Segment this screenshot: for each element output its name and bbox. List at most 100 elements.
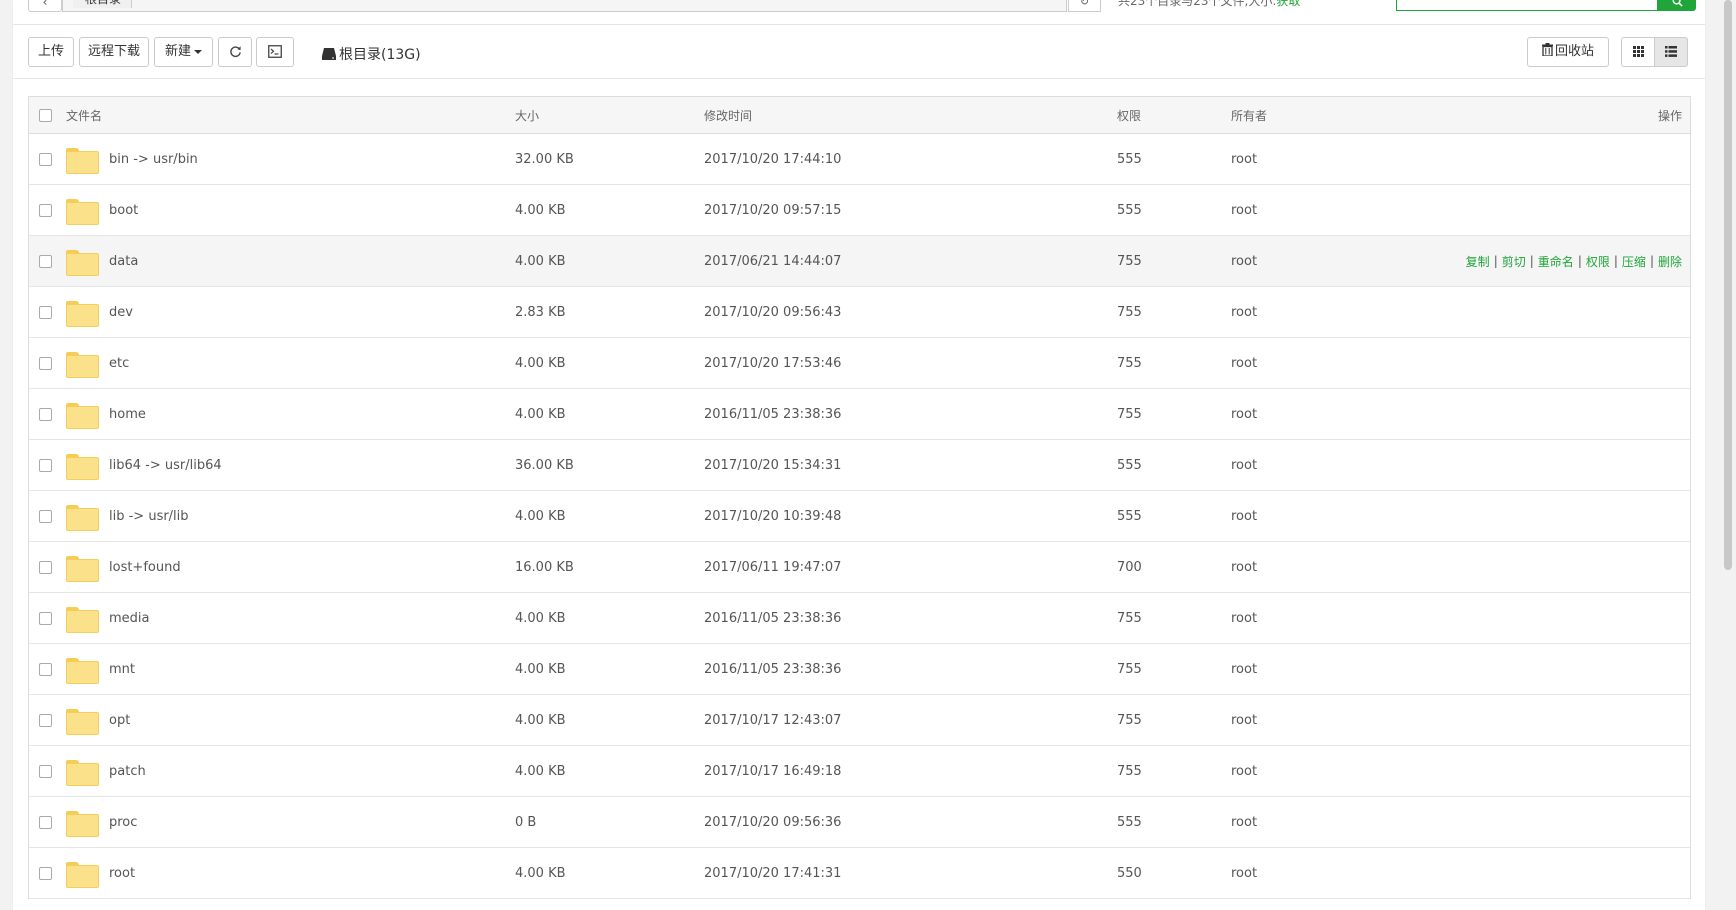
upload-button[interactable]: 上传 (28, 37, 74, 67)
file-owner[interactable]: root (1231, 542, 1257, 592)
refresh-button[interactable] (218, 37, 252, 67)
file-permission[interactable]: 755 (1117, 746, 1142, 796)
file-permission[interactable]: 755 (1117, 695, 1142, 745)
get-size-link[interactable]: 获取 (1276, 0, 1300, 8)
file-owner[interactable]: root (1231, 440, 1257, 490)
file-name[interactable]: etc (109, 356, 129, 371)
terminal-button[interactable] (256, 37, 294, 67)
row-checkbox[interactable] (38, 560, 52, 574)
file-name-cell[interactable]: lost+found (66, 542, 181, 592)
row-checkbox[interactable] (38, 815, 52, 829)
search-button[interactable] (1658, 0, 1696, 11)
file-permission[interactable]: 755 (1117, 389, 1142, 439)
table-row[interactable]: opt 4.00 KB 2017/10/17 12:43:07 755 root (29, 695, 1690, 746)
row-checkbox[interactable] (38, 764, 52, 778)
row-checkbox[interactable] (38, 254, 52, 268)
file-name[interactable]: opt (109, 713, 130, 728)
file-name[interactable]: dev (109, 305, 133, 320)
file-name-cell[interactable]: media (66, 593, 150, 643)
file-name-cell[interactable]: home (66, 389, 146, 439)
file-permission[interactable]: 755 (1117, 236, 1142, 286)
file-owner[interactable]: root (1231, 287, 1257, 337)
file-owner[interactable]: root (1231, 695, 1257, 745)
file-name-cell[interactable]: dev (66, 287, 133, 337)
file-permission[interactable]: 555 (1117, 491, 1142, 541)
file-owner[interactable]: root (1231, 644, 1257, 694)
path-bar[interactable]: 根目录 (62, 0, 1067, 12)
table-row[interactable]: home 4.00 KB 2016/11/05 23:38:36 755 roo… (29, 389, 1690, 440)
header-size[interactable]: 大小 (515, 97, 539, 133)
file-permission[interactable]: 700 (1117, 542, 1142, 592)
file-owner[interactable]: root (1231, 185, 1257, 235)
list-view-button[interactable] (1654, 37, 1688, 67)
header-name[interactable]: 文件名 (66, 97, 102, 133)
row-checkbox[interactable] (38, 458, 52, 472)
row-checkbox[interactable] (38, 305, 52, 319)
file-name[interactable]: boot (109, 203, 138, 218)
file-name-cell[interactable]: lib -> usr/lib (66, 491, 189, 541)
file-permission[interactable]: 555 (1117, 134, 1142, 184)
table-row[interactable]: bin -> usr/bin 32.00 KB 2017/10/20 17:44… (29, 134, 1690, 185)
recycle-bin-button[interactable]: 回收站 (1527, 37, 1609, 67)
table-row[interactable]: patch 4.00 KB 2017/10/17 16:49:18 755 ro… (29, 746, 1690, 797)
header-mtime[interactable]: 修改时间 (704, 97, 752, 133)
file-name[interactable]: lib -> usr/lib (109, 509, 189, 524)
new-dropdown-button[interactable]: 新建 (154, 37, 213, 67)
row-checkbox[interactable] (38, 203, 52, 217)
action-permission-link[interactable]: 权限 (1586, 253, 1610, 270)
scrollbar[interactable] (1720, 0, 1736, 910)
file-owner[interactable]: root (1231, 491, 1257, 541)
row-checkbox[interactable] (38, 611, 52, 625)
file-permission[interactable]: 755 (1117, 644, 1142, 694)
file-name-cell[interactable]: boot (66, 185, 138, 235)
search-input[interactable] (1396, 0, 1658, 11)
file-name[interactable]: patch (109, 764, 146, 779)
file-owner[interactable]: root (1231, 797, 1257, 847)
file-name[interactable]: data (109, 254, 138, 269)
file-name-cell[interactable]: bin -> usr/bin (66, 134, 198, 184)
scrollbar-thumb[interactable] (1724, 0, 1732, 570)
table-row[interactable]: mnt 4.00 KB 2016/11/05 23:38:36 755 root (29, 644, 1690, 695)
grid-view-button[interactable] (1621, 37, 1655, 67)
path-refresh-button[interactable]: ↻ (1068, 0, 1101, 12)
file-owner[interactable]: root (1231, 848, 1257, 898)
file-permission[interactable]: 555 (1117, 440, 1142, 490)
table-row[interactable]: lost+found 16.00 KB 2017/06/11 19:47:07 … (29, 542, 1690, 593)
file-name[interactable]: lib64 -> usr/lib64 (109, 458, 222, 473)
file-permission[interactable]: 755 (1117, 593, 1142, 643)
file-name[interactable]: media (109, 611, 150, 626)
row-checkbox[interactable] (38, 407, 52, 421)
table-row[interactable]: etc 4.00 KB 2017/10/20 17:53:46 755 root (29, 338, 1690, 389)
file-name-cell[interactable]: proc (66, 797, 137, 847)
row-checkbox[interactable] (38, 662, 52, 676)
file-permission[interactable]: 555 (1117, 185, 1142, 235)
file-name[interactable]: home (109, 407, 146, 422)
file-permission[interactable]: 755 (1117, 338, 1142, 388)
select-all-checkbox[interactable] (38, 108, 52, 122)
remote-download-button[interactable]: 远程下载 (79, 37, 149, 67)
file-name[interactable]: proc (109, 815, 137, 830)
table-row[interactable]: lib64 -> usr/lib64 36.00 KB 2017/10/20 1… (29, 440, 1690, 491)
file-name-cell[interactable]: etc (66, 338, 129, 388)
row-checkbox[interactable] (38, 713, 52, 727)
table-row[interactable]: lib -> usr/lib 4.00 KB 2017/10/20 10:39:… (29, 491, 1690, 542)
file-owner[interactable]: root (1231, 338, 1257, 388)
row-checkbox[interactable] (38, 509, 52, 523)
file-name[interactable]: bin -> usr/bin (109, 152, 198, 167)
file-name-cell[interactable]: data (66, 236, 138, 286)
file-name[interactable]: mnt (109, 662, 135, 677)
file-permission[interactable]: 550 (1117, 848, 1142, 898)
file-owner[interactable]: root (1231, 236, 1257, 286)
row-checkbox[interactable] (38, 152, 52, 166)
file-name-cell[interactable]: mnt (66, 644, 135, 694)
action-compress-link[interactable]: 压缩 (1622, 253, 1646, 270)
row-checkbox[interactable] (38, 356, 52, 370)
file-owner[interactable]: root (1231, 746, 1257, 796)
file-name-cell[interactable]: patch (66, 746, 146, 796)
table-row[interactable]: boot 4.00 KB 2017/10/20 09:57:15 555 roo… (29, 185, 1690, 236)
disk-info[interactable]: 根目录(13G) (322, 44, 421, 64)
file-name-cell[interactable]: root (66, 848, 135, 898)
file-owner[interactable]: root (1231, 134, 1257, 184)
file-owner[interactable]: root (1231, 593, 1257, 643)
row-checkbox[interactable] (38, 866, 52, 880)
